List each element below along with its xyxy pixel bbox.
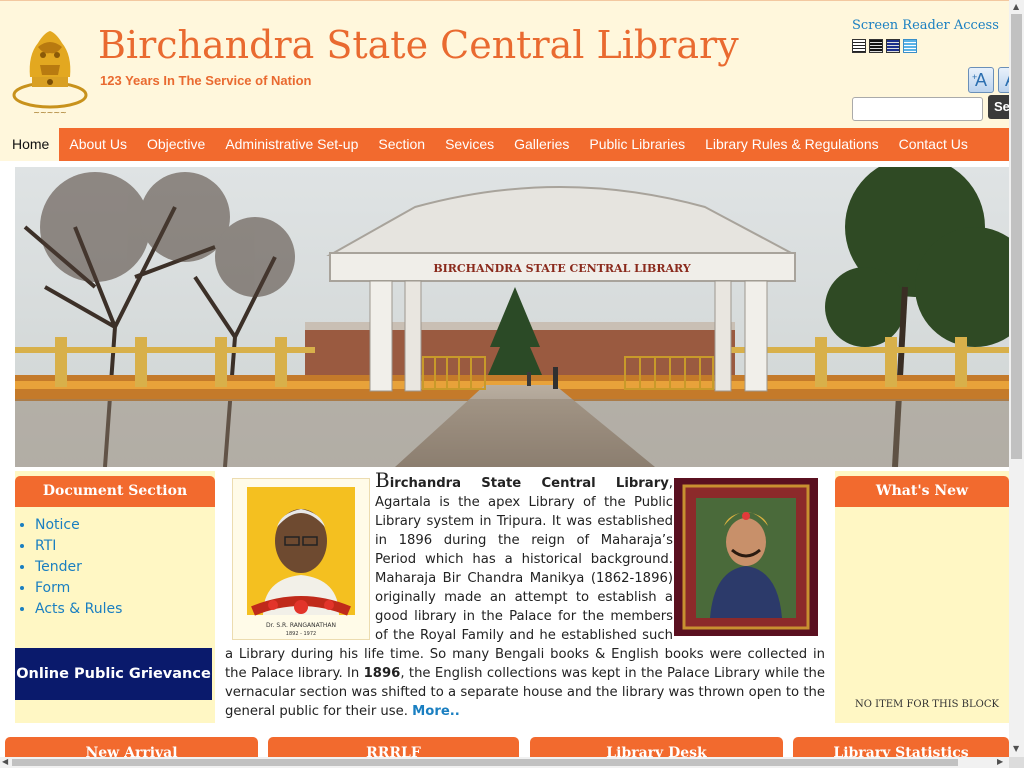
vertical-scroll-thumb[interactable] (1011, 14, 1022, 459)
more-link[interactable]: More.. (412, 704, 460, 719)
nav-item-about-us[interactable]: About Us (59, 128, 137, 161)
contrast-theme-switcher (852, 39, 917, 53)
whats-new-empty-message: NO ITEM FOR THIS BLOCK (855, 699, 999, 710)
maharaja-portrait (674, 478, 818, 636)
doc-link-rti[interactable]: RTI (35, 536, 215, 557)
scroll-right-arrow-icon[interactable]: ▶ (997, 757, 1003, 766)
document-list: Notice RTI Tender Form Acts & Rules (15, 515, 215, 620)
font-decrease-button[interactable]: A (998, 67, 1009, 93)
library-gate-banner: BIRCHANDRA STATE CENTRAL LIBRARY (15, 167, 1009, 467)
nav-item-services[interactable]: Sevices (435, 128, 504, 161)
gate-sign-text: BIRCHANDRA STATE CENTRAL LIBRARY (433, 262, 691, 275)
nav-item-library-rules[interactable]: Library Rules & Regulations (695, 128, 889, 161)
national-emblem-icon: ~~~~~ (12, 31, 88, 117)
site-title: Birchandra State Central Library (98, 23, 739, 67)
scroll-down-arrow-icon[interactable]: ▼ (1013, 744, 1019, 753)
ranganathan-portrait: Dr. S.R. RANGANATHAN 1892 - 1972 (232, 478, 370, 640)
theme-dark-icon[interactable] (869, 39, 883, 53)
scroll-left-arrow-icon[interactable]: ◀ (2, 757, 8, 766)
site-header: ~~~~~ Birchandra State Central Library 1… (0, 0, 1009, 129)
library-desk-tab[interactable]: Library Desk (530, 737, 783, 757)
nav-item-galleries[interactable]: Galleries (504, 128, 579, 161)
about-lead-letter: B (375, 468, 390, 492)
document-section-panel: Document Section Notice RTI Tender Form … (15, 471, 215, 723)
scroll-up-arrow-icon[interactable]: ▲ (1013, 2, 1019, 11)
search-button[interactable]: Se (988, 95, 1009, 119)
site-tagline: 123 Years In The Service of Nation (100, 73, 312, 88)
main-nav: Home About Us Objective Administrative S… (0, 128, 1009, 161)
vertical-scrollbar[interactable]: ▲ ▼ (1009, 0, 1024, 757)
about-lead-bold: irchandra State Central Library (389, 476, 669, 491)
about-section: Birchandra State Central Library, Agarta… (225, 468, 825, 723)
new-arrival-tab[interactable]: New Arrival (5, 737, 258, 757)
search-input[interactable] (852, 97, 983, 121)
plus-icon: + (972, 72, 978, 82)
nav-item-public-libraries[interactable]: Public Libraries (579, 128, 695, 161)
portrait-years: 1892 - 1972 (286, 631, 316, 637)
theme-blue-icon[interactable] (886, 39, 900, 53)
rrrlf-tab[interactable]: RRRLF (268, 737, 519, 757)
nav-item-contact-us[interactable]: Contact Us (889, 128, 978, 161)
page: ~~~~~ Birchandra State Central Library 1… (0, 0, 1009, 757)
whats-new-heading: What's New (835, 476, 1009, 507)
document-section-heading: Document Section (15, 476, 215, 507)
library-statistics-tab[interactable]: Library Statistics (793, 737, 1009, 757)
portrait-caption: Dr. S.R. RANGANATHAN (266, 622, 336, 629)
font-increase-button[interactable]: + A (968, 67, 994, 93)
theme-default-icon[interactable] (852, 39, 866, 53)
doc-link-acts-rules[interactable]: Acts & Rules (35, 599, 215, 620)
online-public-grievance-banner[interactable]: Online Public Grievance (15, 648, 212, 700)
theme-light-blue-icon[interactable] (903, 39, 917, 53)
svg-text:~~~~~: ~~~~~ (33, 108, 67, 117)
about-year: 1896 (363, 666, 401, 681)
nav-item-administrative-setup[interactable]: Administrative Set-up (215, 128, 368, 161)
horizontal-scrollbar[interactable]: ◀ ▶ (0, 757, 1009, 768)
doc-link-notice[interactable]: Notice (35, 515, 215, 536)
scrollbar-corner (1009, 757, 1024, 768)
screen-reader-access-link[interactable]: Screen Reader Access (852, 18, 999, 33)
whats-new-panel: What's New NO ITEM FOR THIS BLOCK (835, 471, 1009, 723)
nav-item-objective[interactable]: Objective (137, 128, 215, 161)
doc-link-form[interactable]: Form (35, 578, 215, 599)
doc-link-tender[interactable]: Tender (35, 557, 215, 578)
nav-item-home[interactable]: Home (0, 128, 60, 161)
horizontal-scroll-thumb[interactable] (12, 759, 958, 766)
nav-item-section[interactable]: Section (368, 128, 435, 161)
